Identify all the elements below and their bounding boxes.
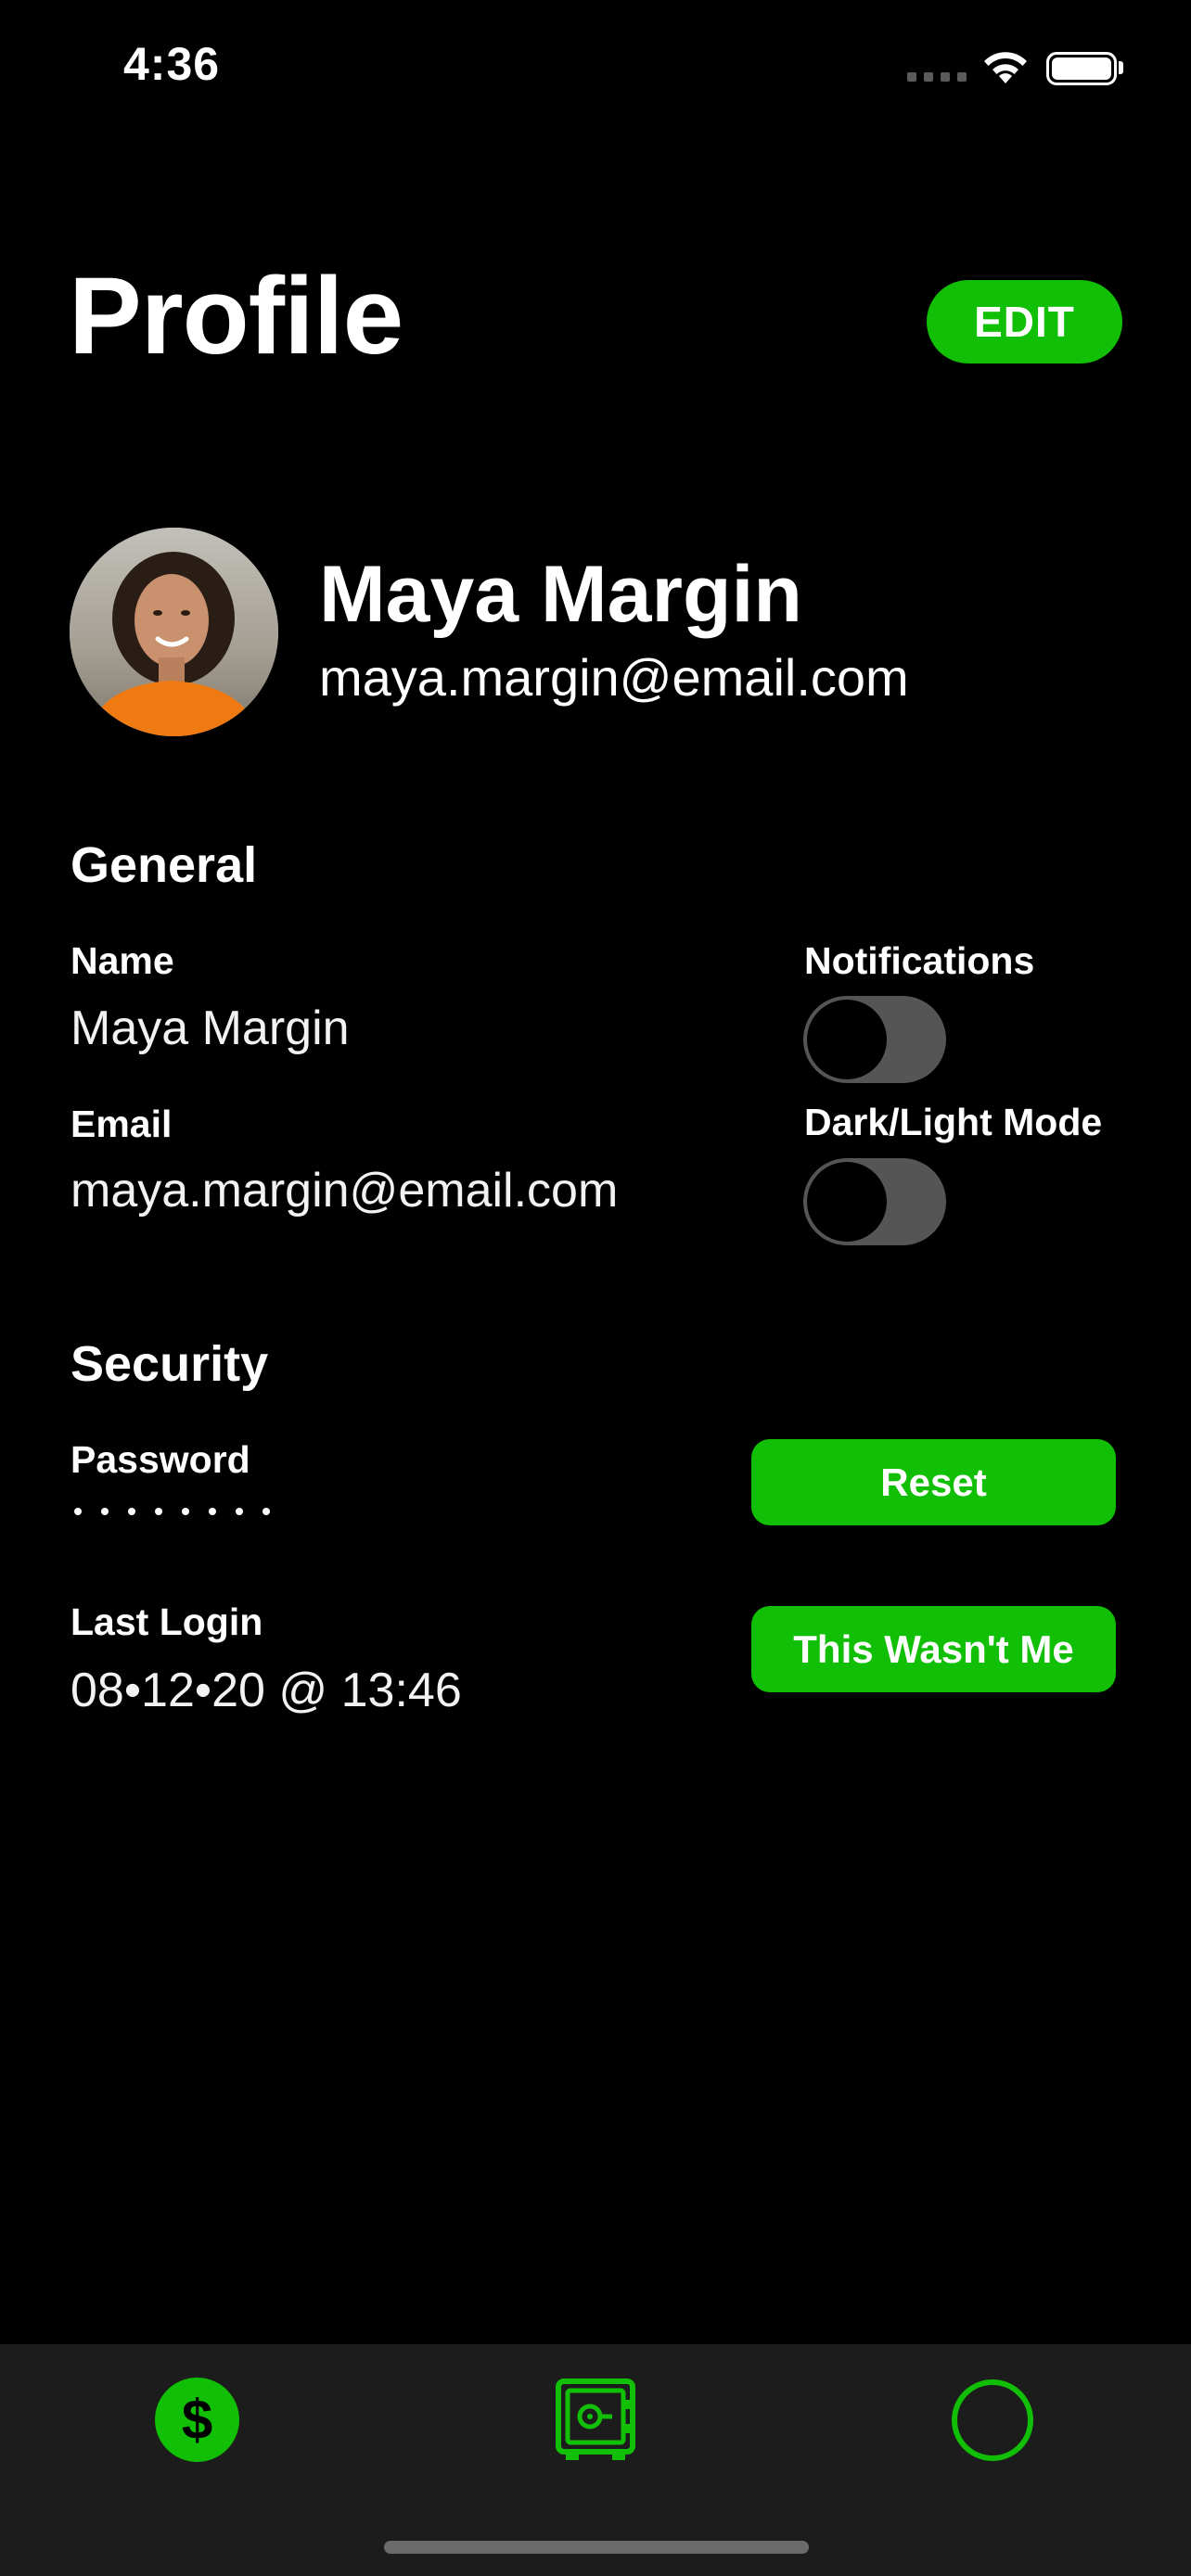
password-masked-value — [74, 1508, 270, 1515]
dark-light-mode-toggle[interactable] — [803, 1158, 946, 1245]
name-label: Name — [70, 939, 174, 982]
edit-button[interactable]: EDIT — [927, 280, 1122, 363]
email-value: maya.margin@email.com — [70, 1164, 619, 1218]
battery-icon — [1046, 52, 1117, 85]
name-value: Maya Margin — [70, 1001, 350, 1055]
general-section-title: General — [70, 837, 258, 893]
this-wasnt-me-button[interactable]: This Wasn't Me — [751, 1606, 1116, 1692]
page-title: Profile — [69, 255, 403, 377]
notifications-label: Notifications — [804, 939, 1035, 982]
status-time: 4:36 — [123, 38, 221, 90]
circle-icon[interactable] — [950, 2378, 1035, 2463]
wifi-icon — [984, 52, 1027, 83]
password-label: Password — [70, 1438, 250, 1481]
tab-dollar[interactable]: $ — [155, 2378, 239, 2462]
dollar-icon: $ — [181, 2388, 213, 2451]
battery-tip — [1119, 61, 1123, 74]
security-section-title: Security — [70, 1336, 269, 1392]
cellular-signal-icon — [907, 72, 967, 82]
reset-password-button[interactable]: Reset — [751, 1439, 1116, 1525]
avatar — [70, 528, 278, 736]
email-label: Email — [70, 1103, 173, 1145]
dark-light-mode-label: Dark/Light Mode — [804, 1101, 1103, 1143]
profile-name: Maya Margin — [319, 550, 802, 639]
profile-email: maya.margin@email.com — [319, 648, 909, 707]
home-indicator — [384, 2541, 809, 2554]
notifications-toggle[interactable] — [803, 996, 946, 1083]
safe-icon[interactable] — [555, 2378, 636, 2463]
last-login-label: Last Login — [70, 1600, 263, 1643]
last-login-value: 08•12•20 @ 13:46 — [70, 1664, 462, 1717]
